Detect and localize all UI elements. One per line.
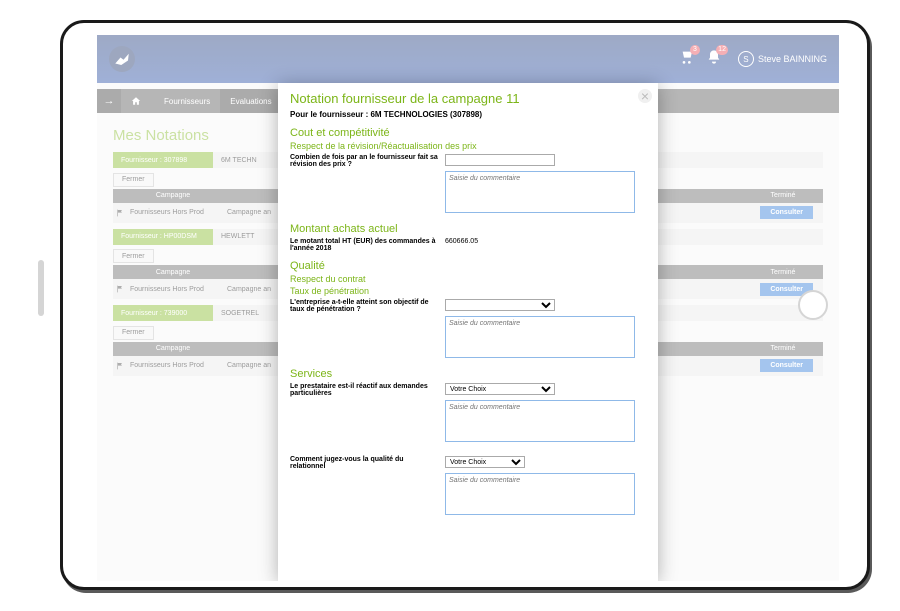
select-q4[interactable]: Votre Choix	[445, 383, 555, 395]
modal-title: Notation fournisseur de la campagne 11	[290, 91, 646, 106]
label-q5: Comment jugez-vous la qualité du relatio…	[290, 456, 445, 470]
comment-q5[interactable]	[445, 473, 635, 515]
comment-q3[interactable]	[445, 316, 635, 358]
subsection-revision: Respect de la révision/Réactualisation d…	[290, 141, 646, 151]
screen: 3 12 S Steve BAINNING → Fournisseurs Eva…	[97, 35, 839, 581]
subsection-penetration: Taux de pénétration	[290, 286, 646, 296]
modal-notation: × Notation fournisseur de la campagne 11…	[278, 83, 658, 581]
section-qualite: Qualité	[290, 260, 646, 272]
label-q3: L'entreprise a-t-elle atteint son object…	[290, 299, 445, 313]
subsection-contrat: Respect du contrat	[290, 274, 646, 284]
label-q2: Le motant total HT (EUR) des commandes à…	[290, 238, 445, 252]
section-services: Services	[290, 368, 646, 380]
comment-q4[interactable]	[445, 400, 635, 442]
select-q5[interactable]: Votre Choix	[445, 456, 525, 468]
input-q1[interactable]	[445, 154, 555, 166]
modal-subtitle: Pour le fournisseur : 6M TECHNOLOGIES (3…	[290, 110, 646, 119]
section-montant: Montant achats actuel	[290, 223, 646, 235]
select-q3[interactable]	[445, 299, 555, 311]
section-cout: Cout et compétitivité	[290, 127, 646, 139]
comment-q1[interactable]	[445, 171, 635, 213]
modal-overlay[interactable]: × Notation fournisseur de la campagne 11…	[97, 35, 839, 581]
tablet-frame: 3 12 S Steve BAINNING → Fournisseurs Eva…	[60, 20, 870, 590]
tablet-notch	[38, 260, 44, 316]
label-q1: Combien de fois par an le fournisseur fa…	[290, 154, 445, 168]
label-q4: Le prestataire est-il réactif aux demand…	[290, 383, 445, 397]
value-q2: 660666.05	[445, 238, 478, 252]
tablet-home-button[interactable]	[798, 290, 828, 320]
modal-close-button[interactable]: ×	[638, 89, 652, 103]
